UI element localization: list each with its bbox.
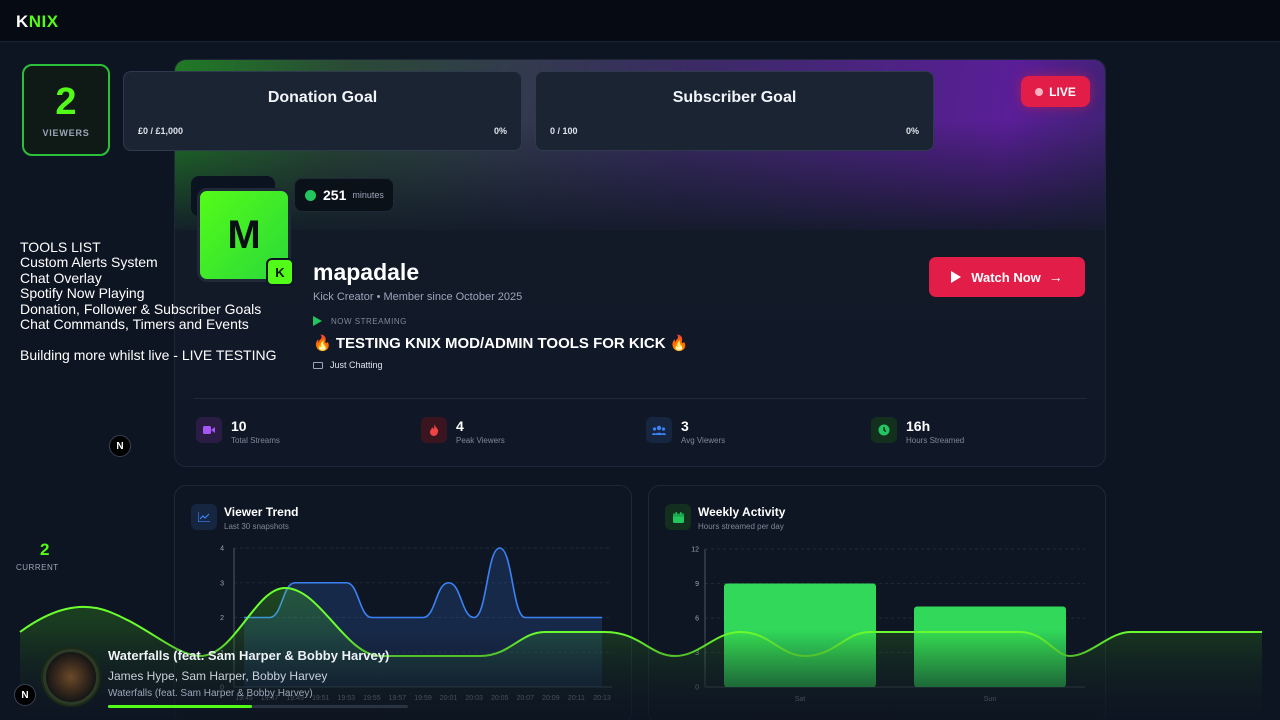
minutes-streamed-badge: 251 minutes (294, 178, 394, 212)
stream-category: Just Chatting (313, 360, 383, 370)
creator-subline: Kick Creator • Member since October 2025 (313, 291, 523, 303)
flame-icon (421, 417, 447, 443)
tools-line: Spotify Now Playing (20, 285, 145, 302)
kick-letter: K (275, 264, 285, 280)
y-tick-label: 4 (220, 546, 224, 553)
live-badge: LIVE (1021, 76, 1090, 107)
stat-label: Avg Viewers (681, 436, 726, 445)
now-streaming-text: NOW STREAMING (331, 316, 407, 326)
stat-value: 4 (456, 418, 464, 434)
play-icon (951, 271, 962, 283)
knix-logo[interactable]: KNIX (16, 12, 59, 32)
viewers-widget: 2 VIEWERS (22, 64, 110, 156)
clock-icon (871, 417, 897, 443)
stat-value: 16h (906, 418, 931, 434)
weekly-activity-header: Weekly Activity Hours streamed per day (665, 504, 785, 531)
stat-label: Peak Viewers (456, 436, 505, 445)
song-progress-bar (108, 705, 408, 708)
subscriber-goal-widget: Subscriber Goal 0 / 100 0% (535, 71, 934, 151)
stat-total-streams: 10 Total Streams (196, 417, 280, 445)
weekly-activity-title: Weekly Activity (698, 505, 786, 519)
users-icon (646, 417, 672, 443)
top-bar: KNIX (0, 0, 1280, 42)
stat-avg-viewers: 3 Avg Viewers (646, 417, 725, 445)
video-icon (196, 417, 222, 443)
minutes-value: 251 (323, 187, 347, 203)
viewer-trend-header: Viewer Trend Last 30 snapshots (191, 504, 298, 531)
now-streaming-label: NOW STREAMING (313, 316, 407, 326)
n-badge-icon[interactable]: N (109, 435, 131, 457)
play-icon (313, 316, 322, 326)
clock-icon (305, 189, 316, 201)
subscriber-goal-amount: 0 / 100 (550, 126, 578, 136)
arrow-right-icon: → (1048, 269, 1063, 285)
song-progress-fill (108, 705, 252, 708)
viewer-trend-subtitle: Last 30 snapshots (224, 522, 289, 531)
logo-k: K (16, 12, 29, 31)
y-tick-label: 12 (691, 547, 699, 554)
tools-line: Chat Commands, Timers and Events (20, 316, 249, 333)
n-badge-letter: N (21, 689, 29, 701)
stream-title: 🔥 TESTING KNIX MOD/ADMIN TOOLS FOR KICK … (313, 335, 689, 352)
monitor-icon (313, 361, 323, 369)
tools-line: Custom Alerts System (20, 254, 158, 271)
subscriber-goal-title: Subscriber Goal (672, 89, 797, 106)
watch-now-button[interactable]: Watch Now → (929, 257, 1085, 297)
category-label: Just Chatting (330, 360, 383, 370)
subscriber-goal-percent: 0% (905, 126, 919, 136)
logo-rest: NIX (28, 12, 59, 31)
song-title: Waterfalls (feat. Sam Harper & Bobby Har… (108, 648, 390, 663)
tools-line: Building more whilst live - LIVE TESTING (20, 346, 277, 363)
donation-goal-amount: £0 / £1,000 (138, 126, 184, 136)
viewer-trend-title: Viewer Trend (224, 505, 299, 519)
live-dot-icon (1035, 87, 1044, 96)
username: mapadale (313, 259, 420, 285)
trend-chart-icon (191, 504, 217, 530)
watch-now-label: Watch Now (971, 269, 1041, 285)
donation-goal-widget: Donation Goal £0 / £1,000 0% (123, 71, 522, 151)
donation-goal-title: Donation Goal (267, 89, 378, 106)
n-badge-icon[interactable]: N (14, 684, 36, 706)
donation-goal-percent: 0% (493, 126, 507, 136)
tools-line: Donation, Follower & Subscriber Goals (20, 300, 262, 317)
calendar-icon (665, 504, 691, 530)
tools-line: Chat Overlay (20, 269, 102, 286)
tools-line (20, 332, 277, 347)
current-viewers-value: 2 (40, 540, 50, 559)
stat-value: 10 (231, 418, 247, 434)
stat-hours-streamed: 16h Hours Streamed (871, 417, 964, 445)
live-label: LIVE (1049, 84, 1076, 99)
stats-divider (194, 398, 1087, 399)
stat-label: Hours Streamed (906, 436, 965, 445)
stat-peak-viewers: 4 Peak Viewers (421, 417, 505, 445)
album-art (43, 649, 99, 705)
viewers-count: 2 (55, 81, 77, 123)
viewers-label: VIEWERS (42, 128, 90, 138)
stat-value: 3 (681, 418, 689, 434)
weekly-activity-subtitle: Hours streamed per day (698, 522, 784, 531)
song-artist: James Hype, Sam Harper, Bobby Harvey (108, 669, 328, 683)
tools-list: TOOLS LIST Custom Alerts System Chat Ove… (20, 239, 277, 363)
stat-label: Total Streams (231, 436, 280, 445)
song-album: Waterfalls (feat. Sam Harper & Bobby Har… (108, 688, 313, 699)
tools-line: TOOLS LIST (20, 239, 101, 255)
minutes-unit: minutes (352, 190, 384, 200)
n-badge-letter: N (116, 440, 124, 452)
